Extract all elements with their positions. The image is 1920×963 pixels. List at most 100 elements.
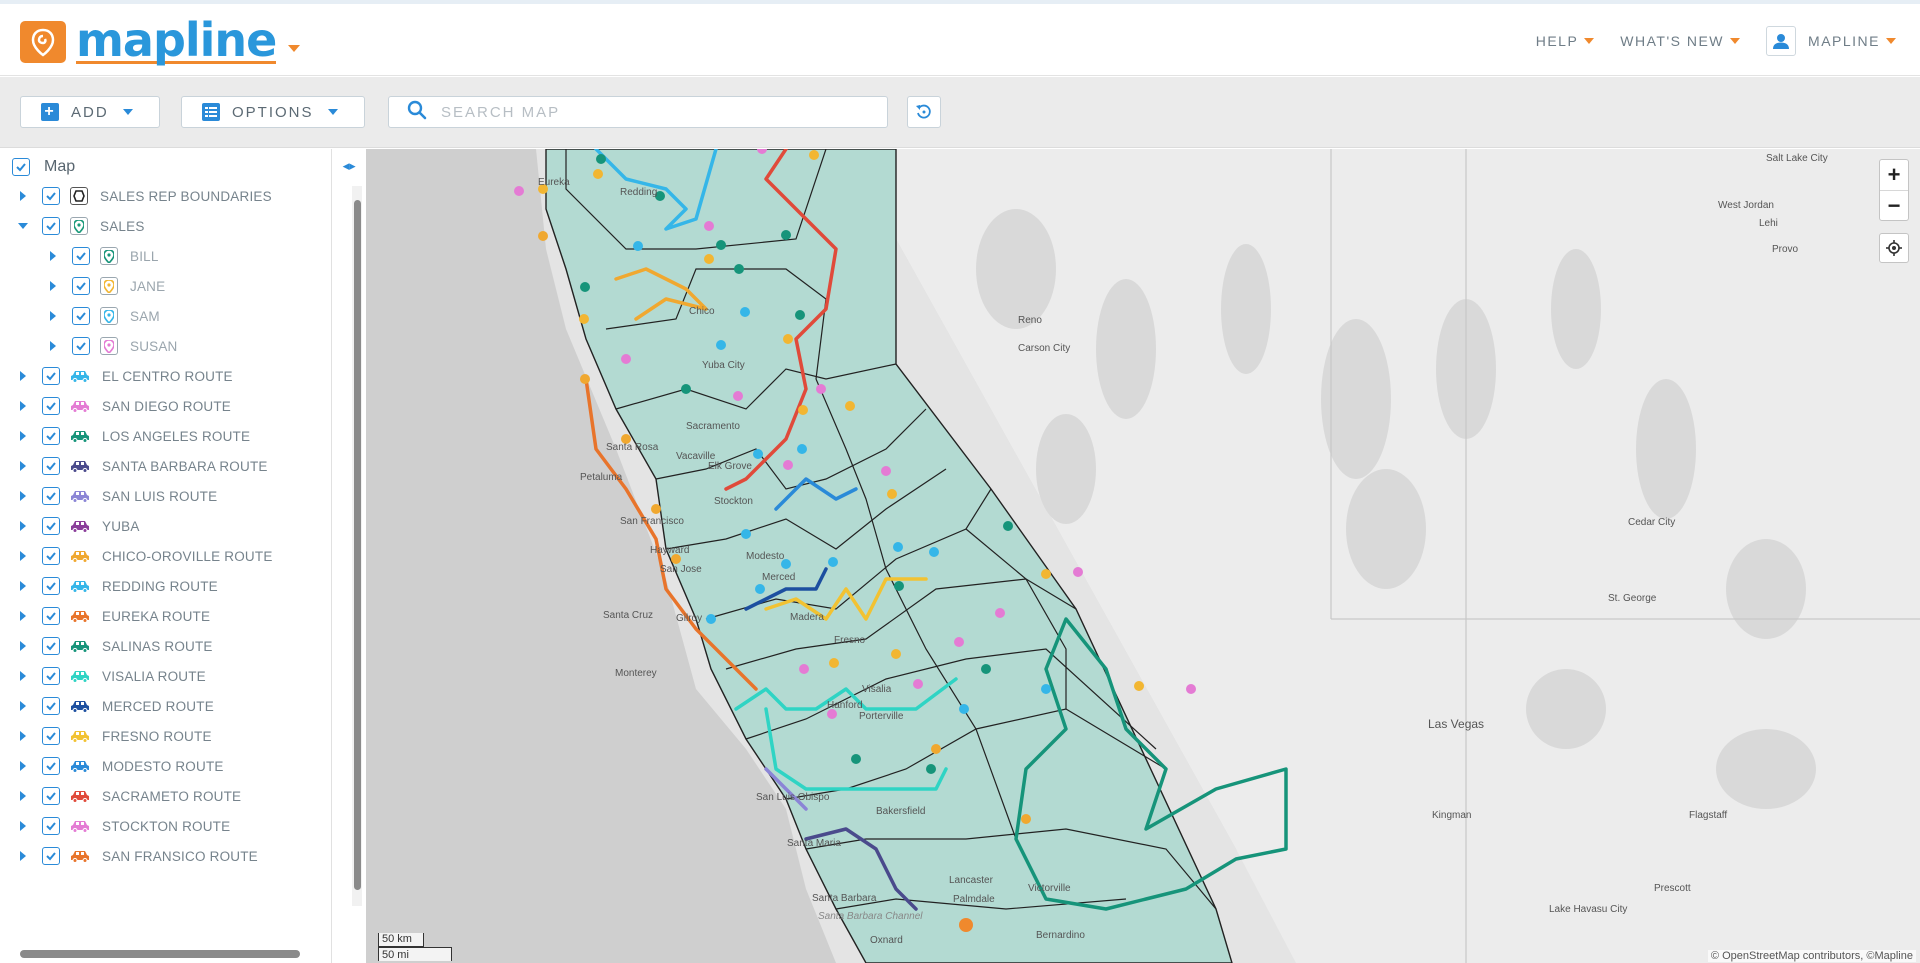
locate-me-button[interactable] <box>1879 233 1909 263</box>
sidebar-item-san-luis-route[interactable]: SAN LUIS ROUTE <box>12 486 217 506</box>
expand-arrow-right-icon[interactable] <box>12 371 34 381</box>
sidebar-item-san-fransico-route[interactable]: SAN FRANSICO ROUTE <box>12 846 258 866</box>
sidebar-item-sam[interactable]: SAM <box>42 306 160 326</box>
car-icon <box>70 457 90 475</box>
map-graphic[interactable] <box>366 149 1920 963</box>
place-label: Hayward <box>650 545 690 556</box>
expand-arrow-down-icon[interactable] <box>12 223 34 229</box>
layer-checkbox[interactable] <box>42 607 60 625</box>
sidebar-item-stockton-route[interactable]: STOCKTON ROUTE <box>12 816 230 836</box>
layer-checkbox[interactable] <box>42 187 60 205</box>
sidebar-item-merced-route[interactable]: MERCED ROUTE <box>12 696 214 716</box>
sidebar-item-el-centro-route[interactable]: EL CENTRO ROUTE <box>12 366 233 386</box>
layer-checkbox[interactable] <box>42 727 60 745</box>
layer-checkbox[interactable] <box>42 697 60 715</box>
scroll-thumb[interactable] <box>20 950 300 958</box>
scale-mi: 50 mi <box>378 947 452 961</box>
layer-checkbox[interactable] <box>42 817 60 835</box>
sidebar-item-eureka-route[interactable]: EUREKA ROUTE <box>12 606 210 626</box>
expand-arrow-right-icon[interactable] <box>12 791 34 801</box>
layer-checkbox[interactable] <box>42 667 60 685</box>
expand-arrow-right-icon[interactable] <box>12 521 34 531</box>
add-button[interactable]: + ADD <box>20 96 160 128</box>
mapline-logo[interactable]: mapline <box>20 17 301 64</box>
zoom-out-button[interactable]: − <box>1880 190 1908 220</box>
expand-arrow-right-icon[interactable] <box>12 431 34 441</box>
layer-checkbox[interactable] <box>42 847 60 865</box>
sidebar-item-redding-route[interactable]: REDDING ROUTE <box>12 576 218 596</box>
place-label: Lancaster <box>949 875 993 886</box>
layer-checkbox[interactable] <box>72 247 90 265</box>
car-icon <box>70 847 90 865</box>
sidebar-item-sacrameto-route[interactable]: SACRAMETO ROUTE <box>12 786 241 806</box>
map-canvas[interactable]: Eureka Redding Chico Yuba City Sacrament… <box>366 149 1920 963</box>
sidebar-horizontal-scrollbar[interactable] <box>0 945 330 963</box>
layer-checkbox[interactable] <box>42 577 60 595</box>
expand-arrow-right-icon[interactable] <box>12 551 34 561</box>
whats-new-menu[interactable]: WHAT'S NEW <box>1620 33 1741 49</box>
layer-checkbox[interactable] <box>72 277 90 295</box>
sidebar-item-fresno-route[interactable]: FRESNO ROUTE <box>12 726 212 746</box>
expand-arrow-right-icon[interactable] <box>12 581 34 591</box>
expand-arrow-right-icon[interactable] <box>12 401 34 411</box>
map-attribution[interactable]: © OpenStreetMap contributors, ©Mapline <box>1707 950 1916 962</box>
options-button[interactable]: OPTIONS <box>181 96 365 128</box>
expand-arrow-right-icon[interactable] <box>12 731 34 741</box>
expand-arrow-right-icon[interactable] <box>12 821 34 831</box>
sidebar-item-visalia-route[interactable]: VISALIA ROUTE <box>12 666 206 686</box>
expand-arrow-right-icon[interactable] <box>12 701 34 711</box>
sidebar-item-yuba[interactable]: YUBA <box>12 516 140 536</box>
scroll-thumb[interactable] <box>354 200 361 890</box>
sidebar-item-los-angeles-route[interactable]: LOS ANGELES ROUTE <box>12 426 250 446</box>
account-menu[interactable]: MAPLINE <box>1766 26 1896 56</box>
sidebar-item-sales[interactable]: SALES <box>12 216 145 236</box>
sidebar-vertical-scrollbar[interactable] <box>352 186 362 906</box>
layer-checkbox[interactable] <box>42 457 60 475</box>
search-input[interactable] <box>441 103 861 121</box>
expand-arrow-right-icon[interactable] <box>12 491 34 501</box>
expand-arrow-right-icon[interactable] <box>42 251 64 261</box>
expand-arrow-right-icon[interactable] <box>12 461 34 471</box>
expand-arrow-right-icon[interactable] <box>42 311 64 321</box>
sidebar-item-san-diego-route[interactable]: SAN DIEGO ROUTE <box>12 396 231 416</box>
place-label: Sacramento <box>686 421 740 432</box>
layer-checkbox[interactable] <box>42 397 60 415</box>
zoom-in-button[interactable]: + <box>1880 160 1908 190</box>
layer-checkbox[interactable] <box>72 337 90 355</box>
layer-checkbox[interactable] <box>42 367 60 385</box>
expand-arrow-right-icon[interactable] <box>12 611 34 621</box>
refresh-button[interactable] <box>907 96 941 128</box>
expand-arrow-right-icon[interactable] <box>42 281 64 291</box>
layer-checkbox[interactable] <box>42 427 60 445</box>
expand-arrow-right-icon[interactable] <box>12 671 34 681</box>
place-label: Oxnard <box>870 935 903 946</box>
layer-checkbox[interactable] <box>42 547 60 565</box>
expand-arrow-right-icon[interactable] <box>12 761 34 771</box>
layer-checkbox[interactable] <box>42 757 60 775</box>
expand-arrow-right-icon[interactable] <box>12 191 34 201</box>
toolbar: + ADD OPTIONS <box>0 77 1920 148</box>
expand-panel-icon[interactable]: ◂▸ <box>343 158 356 174</box>
sidebar-item-sales-rep-boundaries[interactable]: SALES REP BOUNDARIES <box>12 186 272 206</box>
sidebar-item-chico-oroville-route[interactable]: CHICO-OROVILLE ROUTE <box>12 546 273 566</box>
logo-dropdown-icon[interactable] <box>288 44 301 52</box>
layer-checkbox[interactable] <box>42 637 60 655</box>
layer-label: REDDING ROUTE <box>102 578 218 594</box>
sidebar-item-modesto-route[interactable]: MODESTO ROUTE <box>12 756 224 776</box>
layer-checkbox[interactable] <box>42 217 60 235</box>
layer-checkbox[interactable] <box>42 787 60 805</box>
expand-arrow-right-icon[interactable] <box>42 341 64 351</box>
car-icon <box>70 667 90 685</box>
help-menu[interactable]: HELP <box>1536 33 1595 49</box>
expand-arrow-right-icon[interactable] <box>12 851 34 861</box>
layer-checkbox[interactable] <box>42 517 60 535</box>
sidebar-item-salinas-route[interactable]: SALINAS ROUTE <box>12 636 213 656</box>
expand-arrow-right-icon[interactable] <box>12 641 34 651</box>
layer-checkbox[interactable] <box>42 487 60 505</box>
sidebar-item-santa-barbara-route[interactable]: SANTA BARBARA ROUTE <box>12 456 268 476</box>
sidebar-item-susan[interactable]: SUSAN <box>42 336 178 356</box>
sidebar-item-bill[interactable]: BILL <box>42 246 159 266</box>
layer-checkbox[interactable] <box>72 307 90 325</box>
sidebar-item-jane[interactable]: JANE <box>42 276 165 296</box>
map-checkbox[interactable] <box>12 158 30 176</box>
